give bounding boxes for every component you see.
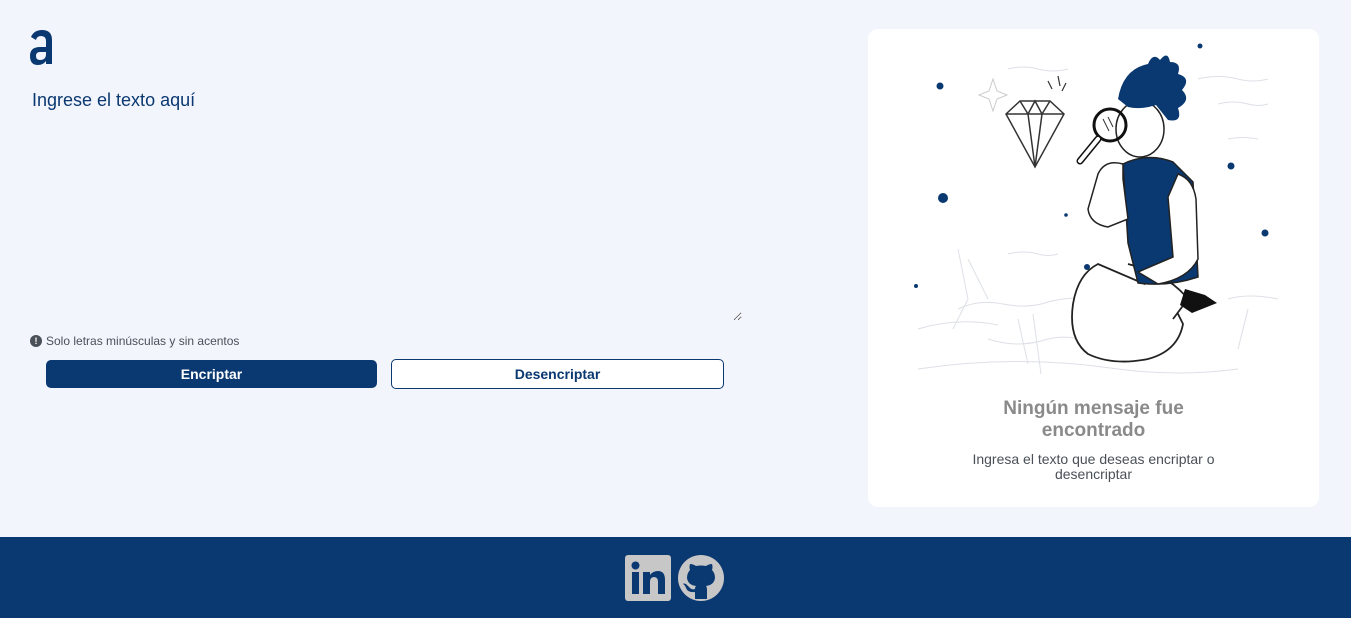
decrypt-button[interactable]: Desencriptar — [391, 359, 724, 389]
no-message-illustration — [914, 43, 1279, 375]
encrypt-button[interactable]: Encriptar — [46, 360, 377, 388]
linkedin-icon[interactable] — [625, 555, 671, 601]
footer — [0, 537, 1351, 618]
no-message-subtitle: Ingresa el texto que deseas encriptar o … — [972, 451, 1215, 482]
exclamation-circle-icon: ! — [30, 335, 42, 347]
hint-text: Solo letras minúsculas y sin acentos — [46, 334, 240, 348]
message-input[interactable] — [30, 88, 742, 321]
github-icon[interactable] — [678, 555, 724, 601]
result-panel: Ningún mensaje fue encontrado Ingresa el… — [868, 29, 1319, 507]
no-message-title: Ningún mensaje fue encontrado — [1003, 398, 1184, 441]
input-hint: ! Solo letras minúsculas y sin acentos — [30, 334, 239, 348]
brand-logo-icon[interactable] — [28, 28, 56, 66]
